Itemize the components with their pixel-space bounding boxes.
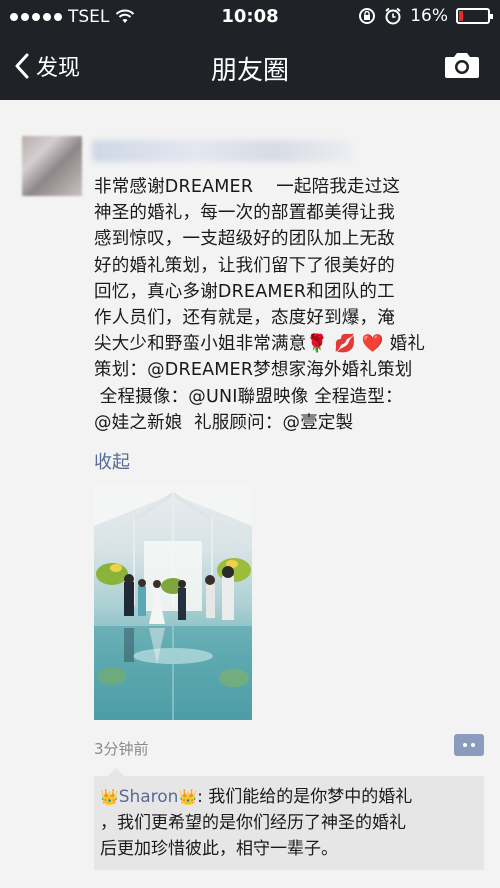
wedding-chapel-photo [94,486,252,720]
crown-icon: 👑 [100,788,119,806]
battery-icon [456,8,493,24]
post-text: 非常感谢DREAMER 一起陪我走过这 神圣的婚礼，每一次的部置都美得让我 感到… [94,177,426,433]
post-timestamp: 3分钟前 [94,740,149,758]
comment-item: 👑Sharon👑: 我们能给的是你梦中的婚礼 ，我们更希望的是你们经历了神圣的婚… [100,784,478,862]
status-right: 16% [358,6,493,26]
crown-icon: 👑 [178,788,198,806]
comment-more-icon[interactable] [454,734,484,756]
camera-icon [445,53,479,78]
alarm-icon [385,7,401,25]
moment-post: 非常感谢DREAMER 一起陪我走过这 神圣的婚礼，每一次的部置都美得让我 感到… [0,100,500,888]
back-button[interactable]: 发现 [14,50,80,82]
comments-panel: 👑Sharon👑: 我们能给的是你梦中的婚礼 ，我们更希望的是你们经历了神圣的婚… [94,768,484,870]
username-blurred[interactable] [92,140,352,162]
avatar[interactable] [22,136,82,196]
rotation-lock-icon [359,8,376,24]
nav-bar: 发现 朋友圈 [0,34,500,100]
status-bar: TSEL 10:08 16% [0,0,500,34]
post-photo[interactable] [94,486,252,720]
commenter-name[interactable]: Sharon [119,787,179,807]
battery-percent: 16% [410,6,448,26]
back-label: 发现 [36,56,81,81]
battery-level-fill [459,11,463,21]
camera-button[interactable] [444,50,480,84]
chevron-left-icon [15,53,29,79]
collapse-link[interactable]: 收起 [94,448,130,474]
